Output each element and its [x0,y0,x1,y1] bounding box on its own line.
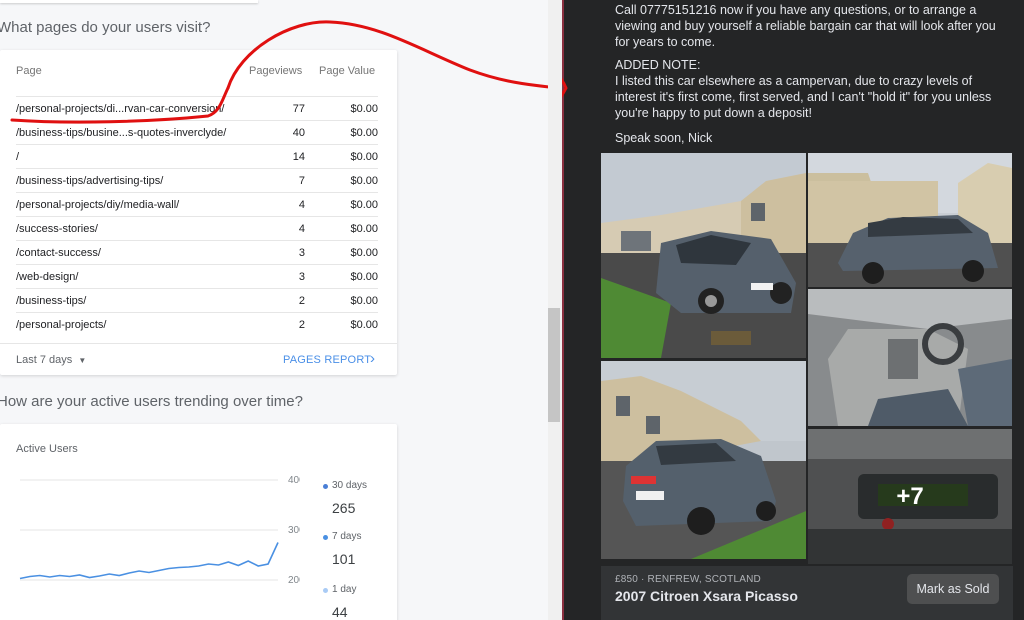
listing-photo-5[interactable]: +7 [808,429,1012,564]
legend-value: 44 [332,604,348,620]
row-pageviews: 40 [292,127,305,139]
row-pageviews: 2 [298,319,305,331]
row-pageviews: 7 [298,175,305,187]
table-row[interactable]: /success-stories/ 4 $0.00 [16,216,378,241]
price-location: £850 · RENFREW, SCOTLAND [615,574,761,585]
row-page[interactable]: /personal-projects/ [16,319,107,331]
row-page[interactable]: /personal-projects/di...rvan-car-convers… [16,103,224,115]
listing-photo-3[interactable] [808,289,1012,426]
table-row[interactable]: /contact-success/ 3 $0.00 [16,240,378,265]
row-page-value: $0.00 [350,199,378,211]
table-row[interactable]: /personal-projects/diy/media-wall/ 4 $0.… [16,192,378,217]
note-title: ADDED NOTE: [615,58,701,72]
arrowhead-overlay [562,77,568,98]
row-pageviews: 4 [298,223,305,235]
listing-photo-1[interactable] [601,153,806,358]
listing-signoff: Speak soon, Nick [615,131,713,145]
active-users-chart: 400 300 200 [19,475,300,586]
row-page[interactable]: /contact-success/ [16,247,101,259]
caret-down-icon[interactable]: ▼ [78,356,86,365]
date-range-label[interactable]: Last 7 days [16,354,72,366]
row-page-value: $0.00 [350,223,378,235]
row-pageviews: 4 [298,199,305,211]
note-line: I listed this car elsewhere as a camperv… [615,74,973,88]
listing-title[interactable]: 2007 Citroen Xsara Picasso [615,588,798,604]
legend-dot [323,535,328,540]
scrollbar-thumb[interactable] [548,308,560,422]
pages-heading: What pages do your users visit? [0,19,211,36]
row-pageviews: 77 [292,103,305,115]
table-row[interactable]: /personal-projects/ 2 $0.00 [16,312,378,337]
legend-dot [323,484,328,489]
description-line: Call 07775151216 now if you have any que… [615,3,977,17]
legend-label: 1 day [332,584,357,595]
active-users-title: Active Users [16,443,78,455]
y-tick-label: 300 [288,525,300,536]
chevron-right-icon[interactable]: › [370,350,375,367]
row-page-value: $0.00 [350,271,378,283]
legend-value: 265 [332,500,356,516]
previous-card-edge [0,0,258,3]
row-pageviews: 3 [298,247,305,259]
panel-edge [562,0,564,620]
table-row[interactable]: /personal-projects/di...rvan-car-convers… [16,96,378,121]
listing-description: Call 07775151216 now if you have any que… [615,2,996,50]
row-page-value: $0.00 [350,175,378,187]
row-page[interactable]: /web-design/ [16,271,78,283]
top-pages-card: Page Pageviews Page Value /personal-proj… [0,50,397,375]
series-line-7-days [19,542,279,580]
column-page-value[interactable]: Page Value [319,65,375,77]
row-pageviews: 3 [298,271,305,283]
row-page[interactable]: / [16,151,19,163]
row-page[interactable]: /business-tips/advertising-tips/ [16,175,163,187]
more-photos-count[interactable]: +7 [808,429,1012,564]
row-page[interactable]: /business-tips/ [16,295,86,307]
row-page-value: $0.00 [350,103,378,115]
note-line: interest it's first come, first served, … [615,90,992,104]
listing-summary-bar: £850 · RENFREW, SCOTLAND 2007 Citroen Xs… [601,566,1013,620]
table-row[interactable]: /business-tips/advertising-tips/ 7 $0.00 [16,168,378,193]
table-row[interactable]: /business-tips/ 2 $0.00 [16,288,378,313]
table-row[interactable]: / 14 $0.00 [16,144,378,169]
legend-label: 7 days [332,531,362,542]
legend-dot [323,588,328,593]
y-tick-label: 200 [288,575,300,586]
row-page[interactable]: /personal-projects/diy/media-wall/ [16,199,179,211]
analytics-panel: What pages do your users visit? Page Pag… [0,0,548,620]
description-line: for years to come. [615,35,716,49]
date-range-dropdown[interactable]: Last 7 days ▼ [16,354,86,366]
row-page-value: $0.00 [350,151,378,163]
listing-photo-4[interactable] [601,361,806,559]
row-page-value: $0.00 [350,247,378,259]
row-pageviews: 14 [292,151,305,163]
row-page-value: $0.00 [350,127,378,139]
column-page[interactable]: Page [16,65,42,77]
legend-label: 30 days [332,480,368,491]
row-pageviews: 2 [298,295,305,307]
trend-heading: How are your active users trending over … [0,393,303,410]
table-row[interactable]: /web-design/ 3 $0.00 [16,264,378,289]
row-page-value: $0.00 [350,295,378,307]
active-users-card: Active Users 400 300 200 30 days 265 7 day… [0,424,397,620]
listing-photo-2[interactable] [808,153,1012,287]
row-page-value: $0.00 [350,319,378,331]
table-row[interactable]: /business-tips/busine...s-quotes-invercl… [16,120,378,145]
pages-report-link[interactable]: PAGES REPORT [283,354,371,366]
marketplace-listing: Call 07775151216 now if you have any que… [562,0,1024,620]
row-page[interactable]: /success-stories/ [16,223,98,235]
description-line: viewing and buy yourself a reliable barg… [615,19,996,33]
y-tick-label: 400 [288,475,300,486]
note-line: you're happy to put down a deposit! [615,106,812,120]
listing-note: ADDED NOTE: I listed this car elsewhere … [615,57,991,121]
mark-as-sold-button[interactable]: Mark as Sold [907,574,999,604]
column-pageviews[interactable]: Pageviews [249,65,302,77]
legend-value: 101 [332,551,356,567]
card-footer-divider [0,343,397,344]
row-page[interactable]: /business-tips/busine...s-quotes-invercl… [16,127,226,139]
